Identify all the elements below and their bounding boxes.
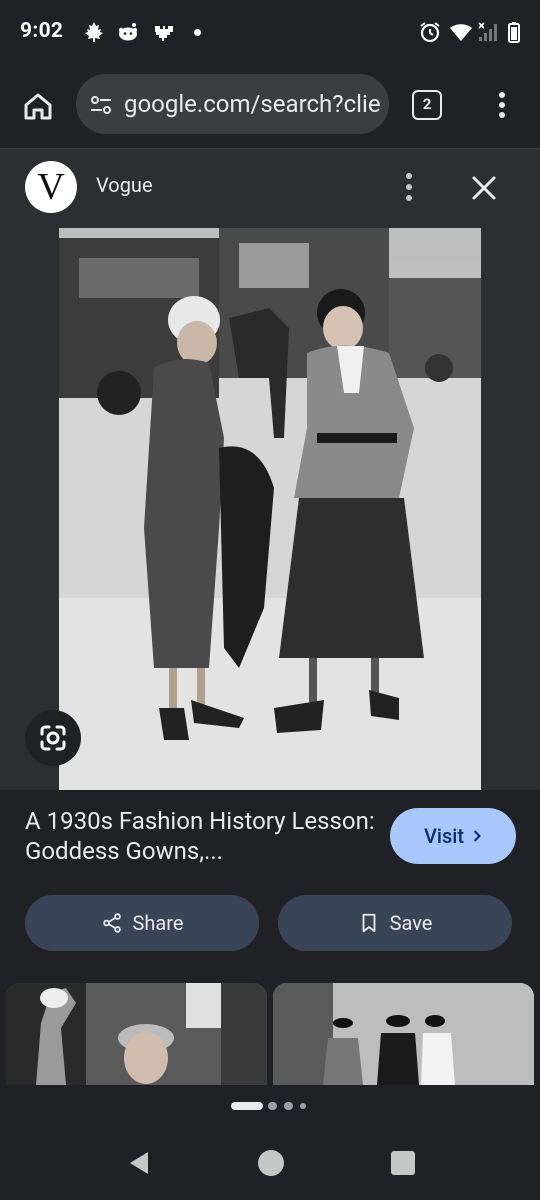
photo-two-women-icon bbox=[59, 228, 481, 790]
wifi-icon bbox=[449, 20, 473, 44]
url-text[interactable]: google.com/search?clie bbox=[124, 86, 386, 122]
status-time: 9:02 bbox=[20, 19, 64, 43]
maple-leaf-icon bbox=[82, 20, 106, 44]
carousel-dot bbox=[284, 1102, 293, 1110]
source-logo[interactable]: V bbox=[25, 161, 77, 213]
waving-woman-photo-icon bbox=[6, 983, 267, 1085]
save-label: Save bbox=[389, 911, 433, 935]
signal-icon bbox=[476, 20, 500, 44]
home-icon bbox=[24, 93, 52, 120]
related-image-2[interactable] bbox=[273, 983, 534, 1085]
source-header bbox=[0, 149, 540, 228]
battery-icon bbox=[502, 20, 526, 44]
site-settings-icon[interactable] bbox=[88, 92, 114, 118]
pixel-heart-icon bbox=[152, 20, 176, 44]
reddit-icon bbox=[116, 20, 140, 44]
tab-switcher-button[interactable]: 2 bbox=[412, 90, 442, 120]
share-button[interactable]: Share bbox=[25, 895, 259, 951]
home-button[interactable] bbox=[18, 86, 58, 126]
recents-square-icon bbox=[391, 1151, 415, 1175]
result-title[interactable]: A 1930s Fashion History Lesson: Goddess … bbox=[25, 806, 375, 866]
notification-dot-icon bbox=[194, 29, 201, 36]
recents-button[interactable] bbox=[388, 1148, 418, 1178]
lens-icon bbox=[40, 725, 66, 751]
carousel-dot-active bbox=[231, 1102, 263, 1110]
more-vert-icon bbox=[499, 92, 505, 118]
back-button[interactable] bbox=[124, 1148, 154, 1178]
save-button[interactable]: Save bbox=[278, 895, 512, 951]
street-fashion-photo-icon bbox=[273, 983, 534, 1085]
bookmark-icon bbox=[362, 913, 376, 933]
share-icon bbox=[102, 913, 121, 933]
close-button[interactable] bbox=[466, 170, 502, 206]
browser-menu-button[interactable] bbox=[489, 89, 515, 121]
related-image-1[interactable] bbox=[6, 983, 267, 1085]
home-nav-button[interactable] bbox=[256, 1148, 286, 1178]
visit-label: Visit bbox=[423, 824, 465, 848]
back-triangle-icon bbox=[130, 1152, 148, 1174]
close-icon bbox=[472, 176, 496, 200]
source-menu-button[interactable] bbox=[396, 170, 422, 204]
more-vert-icon bbox=[406, 173, 412, 201]
source-name[interactable]: Vogue bbox=[96, 173, 153, 197]
main-image[interactable] bbox=[59, 228, 481, 790]
chevron-right-icon bbox=[473, 830, 481, 842]
carousel-dot bbox=[268, 1102, 277, 1110]
alarm-icon bbox=[418, 20, 442, 44]
google-lens-button[interactable] bbox=[25, 710, 81, 766]
carousel-dot bbox=[300, 1103, 306, 1109]
visit-button[interactable]: Visit bbox=[390, 808, 516, 864]
share-label: Share bbox=[132, 911, 184, 935]
home-circle-icon bbox=[258, 1150, 284, 1176]
